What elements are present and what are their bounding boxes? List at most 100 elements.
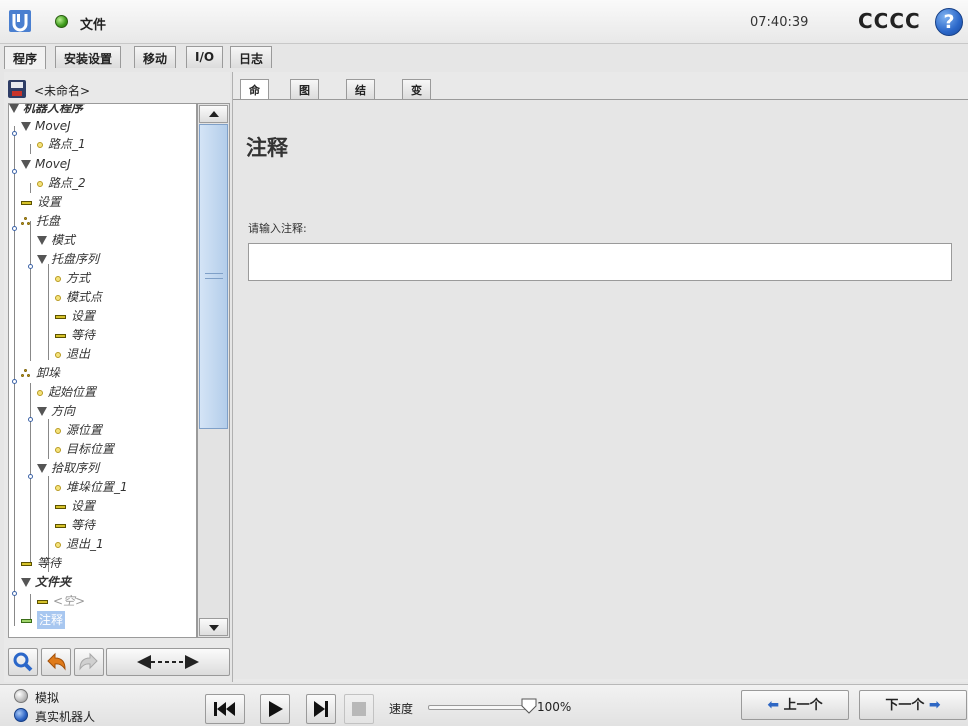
- tree-node-pick-sequence[interactable]: 拾取序列: [37, 459, 99, 477]
- tree-node-pallet-sequence[interactable]: 托盘序列: [37, 250, 99, 268]
- robot-status-icon: [55, 15, 68, 28]
- tab-move[interactable]: 移动: [134, 46, 177, 68]
- tab-log[interactable]: 日志: [230, 46, 273, 68]
- tree-connector: [30, 221, 31, 361]
- program-tree[interactable]: 机器人程序 MoveJ 路点_1 MoveJ 路点_2 设置 托盘 模式 托盘序…: [8, 103, 197, 638]
- waypoint-icon: [55, 351, 61, 358]
- branch-dot: [12, 169, 17, 174]
- triangle-icon: [37, 236, 47, 245]
- tree-connector: [48, 264, 49, 360]
- play-icon: [269, 701, 283, 717]
- tree-connector: [14, 574, 15, 626]
- branch-dot: [12, 226, 17, 231]
- tree-connector: [30, 183, 31, 193]
- tree-node-wait-2[interactable]: 等待: [55, 516, 95, 534]
- tab-graphics[interactable]: 图形: [290, 79, 319, 113]
- previous-label: 上一个: [783, 698, 823, 713]
- tab-structure[interactable]: 结构: [346, 79, 375, 113]
- tree-node-pallet[interactable]: 托盘: [21, 212, 60, 230]
- play-button[interactable]: [260, 694, 290, 724]
- wait-icon: [21, 561, 32, 566]
- mode-simulation-label: 模拟: [35, 691, 60, 705]
- speed-slider-knob[interactable]: [521, 698, 537, 714]
- redo-button[interactable]: [74, 648, 104, 676]
- skip-to-start-icon: [214, 702, 235, 716]
- tree-node-target-position[interactable]: 目标位置: [55, 440, 114, 458]
- wait-icon: [55, 523, 66, 528]
- search-icon: [13, 652, 33, 672]
- tree-node-wait-3[interactable]: 等待: [21, 554, 61, 572]
- pallet-icon: [21, 217, 32, 226]
- speed-slider[interactable]: [428, 705, 532, 710]
- move-node-button[interactable]: [106, 648, 230, 676]
- tree-node-empty[interactable]: <空>: [37, 592, 85, 610]
- previous-button[interactable]: ⬅ 上一个: [741, 690, 849, 720]
- tree-node-waypoint-1[interactable]: 路点_1: [37, 135, 86, 153]
- tree-node-comment[interactable]: 注释: [21, 611, 66, 629]
- tab-io[interactable]: I/O: [186, 46, 224, 68]
- triangle-icon: [21, 160, 31, 169]
- scroll-thumb[interactable]: [199, 124, 228, 429]
- help-icon[interactable]: ?: [935, 8, 963, 36]
- branch-dot: [12, 591, 17, 596]
- scroll-grip-icon: [205, 273, 223, 279]
- stop-button[interactable]: [344, 694, 374, 724]
- skip-to-start-button[interactable]: [205, 694, 245, 724]
- triangle-icon: [21, 122, 31, 131]
- tree-connector: [30, 383, 31, 563]
- waypoint-icon: [37, 141, 43, 148]
- undo-button[interactable]: [41, 648, 71, 676]
- tree-node-set-3[interactable]: 设置: [55, 497, 95, 515]
- tree-node-robot-program[interactable]: 机器人程序: [9, 104, 83, 117]
- tree-node-exit[interactable]: 退出: [55, 345, 90, 363]
- tree-node-approach[interactable]: 方式: [55, 269, 90, 287]
- triangle-icon: [37, 255, 47, 264]
- wait-icon: [55, 333, 66, 338]
- branch-dot: [12, 379, 17, 384]
- tree-node-movej-2[interactable]: MoveJ: [21, 155, 71, 173]
- next-button[interactable]: 下一个 ➡: [859, 690, 967, 720]
- waypoint-icon: [55, 446, 61, 453]
- tree-node-set-1[interactable]: 设置: [21, 193, 61, 211]
- branch-dot: [28, 264, 33, 269]
- waypoint-icon: [55, 427, 61, 434]
- tree-scrollbar[interactable]: [197, 103, 230, 638]
- tab-installation[interactable]: 安装设置: [55, 46, 122, 68]
- tree-node-exit-1[interactable]: 退出_1: [55, 535, 104, 553]
- save-icon[interactable]: [8, 80, 26, 98]
- tree-node-wait-1[interactable]: 等待: [55, 326, 95, 344]
- comment-input[interactable]: [248, 243, 952, 281]
- tree-node-movej-1[interactable]: MoveJ: [21, 117, 71, 135]
- tree-node-waypoint-2[interactable]: 路点_2: [37, 174, 86, 192]
- radio-on-icon: [14, 708, 28, 722]
- tree-node-set-2[interactable]: 设置: [55, 307, 95, 325]
- tree-node-source-position[interactable]: 源位置: [55, 421, 102, 439]
- tab-program[interactable]: 程序: [4, 46, 47, 69]
- branch-dot: [28, 417, 33, 422]
- tab-command[interactable]: 命令: [240, 79, 269, 113]
- tree-node-stack-position[interactable]: 堆垛位置_1: [55, 478, 128, 496]
- move-left-right-icon: [137, 655, 199, 669]
- file-header: <未命名>: [4, 78, 230, 100]
- tree-node-folder[interactable]: 文件夹: [21, 573, 71, 591]
- set-icon: [21, 200, 32, 205]
- step-button[interactable]: [306, 694, 336, 724]
- tree-node-pattern[interactable]: 模式: [37, 231, 75, 249]
- empty-icon: [37, 599, 48, 604]
- scroll-up-button[interactable]: [199, 105, 228, 123]
- tree-node-start-position[interactable]: 起始位置: [37, 383, 96, 401]
- branch-dot: [28, 474, 33, 479]
- set-icon: [55, 504, 66, 509]
- tree-node-pattern-point[interactable]: 模式点: [55, 288, 102, 306]
- page-title: 注释: [246, 136, 288, 160]
- waypoint-icon: [37, 389, 43, 396]
- waypoint-icon: [55, 275, 61, 282]
- search-button[interactable]: [8, 648, 38, 676]
- clock: 07:40:39: [750, 15, 809, 30]
- tree-node-direction[interactable]: 方向: [37, 402, 75, 420]
- waypoint-icon: [55, 484, 61, 491]
- tree-node-depallet[interactable]: 卸垛: [21, 364, 60, 382]
- speed-value: 100%: [537, 700, 572, 714]
- scroll-down-button[interactable]: [199, 618, 228, 636]
- tab-variables[interactable]: 变量: [402, 79, 431, 113]
